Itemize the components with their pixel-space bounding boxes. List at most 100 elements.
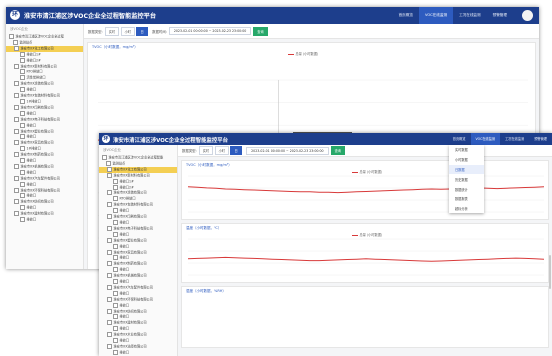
series-line[interactable] xyxy=(187,256,545,262)
tree-checkbox[interactable] xyxy=(14,63,19,69)
temperature-line-chart[interactable] xyxy=(182,233,550,279)
tree-checkbox[interactable] xyxy=(20,181,25,187)
tree-checkbox[interactable] xyxy=(20,158,25,164)
tree-checkbox[interactable] xyxy=(14,140,19,146)
dropdown-item[interactable]: 实时数据 xyxy=(449,145,484,155)
nav-home[interactable]: 首页概览 xyxy=(448,133,471,145)
nav-voc-monitor[interactable]: VOC在线监测 xyxy=(470,133,501,145)
chart-legend[interactable]: 总量 (小时数据) xyxy=(352,232,382,237)
tree-checkbox[interactable] xyxy=(113,314,118,320)
chart-legend[interactable]: 总量 (小时数据) xyxy=(352,169,382,174)
type-day-button[interactable]: 日 xyxy=(230,146,242,155)
date-range-input[interactable]: 2023-02-01 00:00:00 ~ 2023-02-23 23:00:0… xyxy=(168,27,252,35)
tree-checkbox[interactable] xyxy=(14,128,19,134)
tree-checkbox[interactable] xyxy=(14,163,19,169)
dropdown-item[interactable]: 日数据 xyxy=(449,164,484,175)
tree-checkbox[interactable] xyxy=(106,160,111,166)
tree-checkbox[interactable] xyxy=(14,211,19,217)
chart-legend[interactable]: 总量 (小时数据) xyxy=(288,51,318,56)
tree-node[interactable]: 排放口 xyxy=(6,217,83,223)
scrollbar[interactable] xyxy=(548,255,551,289)
nav-home[interactable]: 首页概览 xyxy=(393,7,419,24)
nav-process-monitor[interactable]: 工况在线监测 xyxy=(500,133,529,145)
tree-checkbox[interactable] xyxy=(113,349,118,355)
tree-checkbox[interactable] xyxy=(20,205,25,211)
tree-checkbox[interactable] xyxy=(113,219,118,225)
tree-checkbox[interactable] xyxy=(113,208,118,214)
tree-checkbox[interactable] xyxy=(14,45,19,51)
type-hour-button[interactable]: 小时 xyxy=(120,26,135,36)
nav-process-monitor[interactable]: 工况在线监测 xyxy=(453,7,487,24)
tree-checkbox[interactable] xyxy=(14,104,19,110)
tree-checkbox[interactable] xyxy=(20,75,25,81)
type-realtime-button[interactable]: 实时 xyxy=(104,26,120,36)
tree-checkbox[interactable] xyxy=(107,202,112,208)
tree-checkbox[interactable] xyxy=(20,69,25,75)
tree-checkbox[interactable] xyxy=(107,237,112,243)
tree-checkbox[interactable] xyxy=(14,175,19,181)
type-realtime-button[interactable]: 实时 xyxy=(198,146,214,155)
tree-checkbox[interactable] xyxy=(113,326,118,332)
tree-checkbox[interactable] xyxy=(14,152,19,158)
tree-checkbox[interactable] xyxy=(14,116,19,122)
search-button[interactable]: 查询 xyxy=(330,146,345,155)
tree-checkbox[interactable] xyxy=(107,166,112,172)
dropdown-item[interactable]: 数据统计 xyxy=(449,184,484,194)
tree-checkbox[interactable] xyxy=(20,193,25,199)
dropdown-item[interactable]: 超标分析 xyxy=(449,204,484,214)
tree-checkbox[interactable] xyxy=(20,134,25,140)
tree-checkbox[interactable] xyxy=(20,87,25,93)
tree-checkbox[interactable] xyxy=(107,332,112,338)
tree-checkbox[interactable] xyxy=(113,338,118,344)
tree-checkbox[interactable] xyxy=(107,190,112,196)
tree-checkbox[interactable] xyxy=(107,273,112,279)
nav-alert[interactable]: 预警管理 xyxy=(529,133,552,145)
tree-checkbox[interactable] xyxy=(113,231,118,237)
tree-checkbox[interactable] xyxy=(102,155,107,160)
tree-checkbox[interactable] xyxy=(14,93,19,99)
tree-checkbox[interactable] xyxy=(107,214,112,220)
dropdown-item[interactable]: 小时数据 xyxy=(449,155,484,165)
tree-checkbox[interactable] xyxy=(20,57,25,63)
type-day-button[interactable]: 日 xyxy=(136,26,148,36)
tree-checkbox[interactable] xyxy=(107,296,112,302)
tree-checkbox[interactable] xyxy=(113,243,118,249)
tvoc-line-chart[interactable] xyxy=(182,170,550,216)
tree-checkbox[interactable] xyxy=(113,178,118,184)
tree-checkbox[interactable] xyxy=(13,39,18,45)
tree-checkbox[interactable] xyxy=(20,217,25,223)
tree-checkbox[interactable] xyxy=(14,81,19,87)
tree-checkbox[interactable] xyxy=(107,320,112,326)
tree-checkbox[interactable] xyxy=(9,34,14,39)
tree-checkbox[interactable] xyxy=(113,255,118,261)
tree-checkbox[interactable] xyxy=(107,225,112,231)
tree-checkbox[interactable] xyxy=(113,290,118,296)
tree-checkbox[interactable] xyxy=(20,146,25,152)
tree-checkbox[interactable] xyxy=(107,308,112,314)
tree-checkbox[interactable] xyxy=(107,249,112,255)
tree-checkbox[interactable] xyxy=(107,172,112,178)
tree-checkbox[interactable] xyxy=(20,122,25,128)
tree-checkbox[interactable] xyxy=(20,51,25,57)
tree-checkbox[interactable] xyxy=(113,196,118,202)
tree-checkbox[interactable] xyxy=(14,199,19,205)
date-range-input[interactable]: 2023-02-01 00:00:00 ~ 2023-02-23 23:00:0… xyxy=(246,146,329,155)
tree-checkbox[interactable] xyxy=(107,344,112,349)
user-avatar[interactable] xyxy=(522,10,533,21)
type-hour-button[interactable]: 小时 xyxy=(214,146,229,155)
tree-checkbox[interactable] xyxy=(113,279,118,285)
tree-checkbox[interactable] xyxy=(107,284,112,290)
dropdown-item[interactable]: 数据报表 xyxy=(449,194,484,204)
tree-checkbox[interactable] xyxy=(20,98,25,104)
tree-checkbox[interactable] xyxy=(113,302,118,308)
tree-checkbox[interactable] xyxy=(14,187,19,193)
series-line[interactable] xyxy=(187,186,545,194)
tree-checkbox[interactable] xyxy=(113,267,118,273)
tree-checkbox[interactable] xyxy=(107,261,112,267)
tree-checkbox[interactable] xyxy=(113,184,118,190)
nav-voc-monitor[interactable]: VOC在线监测 xyxy=(418,7,454,24)
tree-checkbox[interactable] xyxy=(20,110,25,116)
search-button[interactable]: 查询 xyxy=(253,26,268,36)
nav-alert[interactable]: 预警管理 xyxy=(487,7,513,24)
dropdown-item[interactable]: 历史数据 xyxy=(449,174,484,184)
